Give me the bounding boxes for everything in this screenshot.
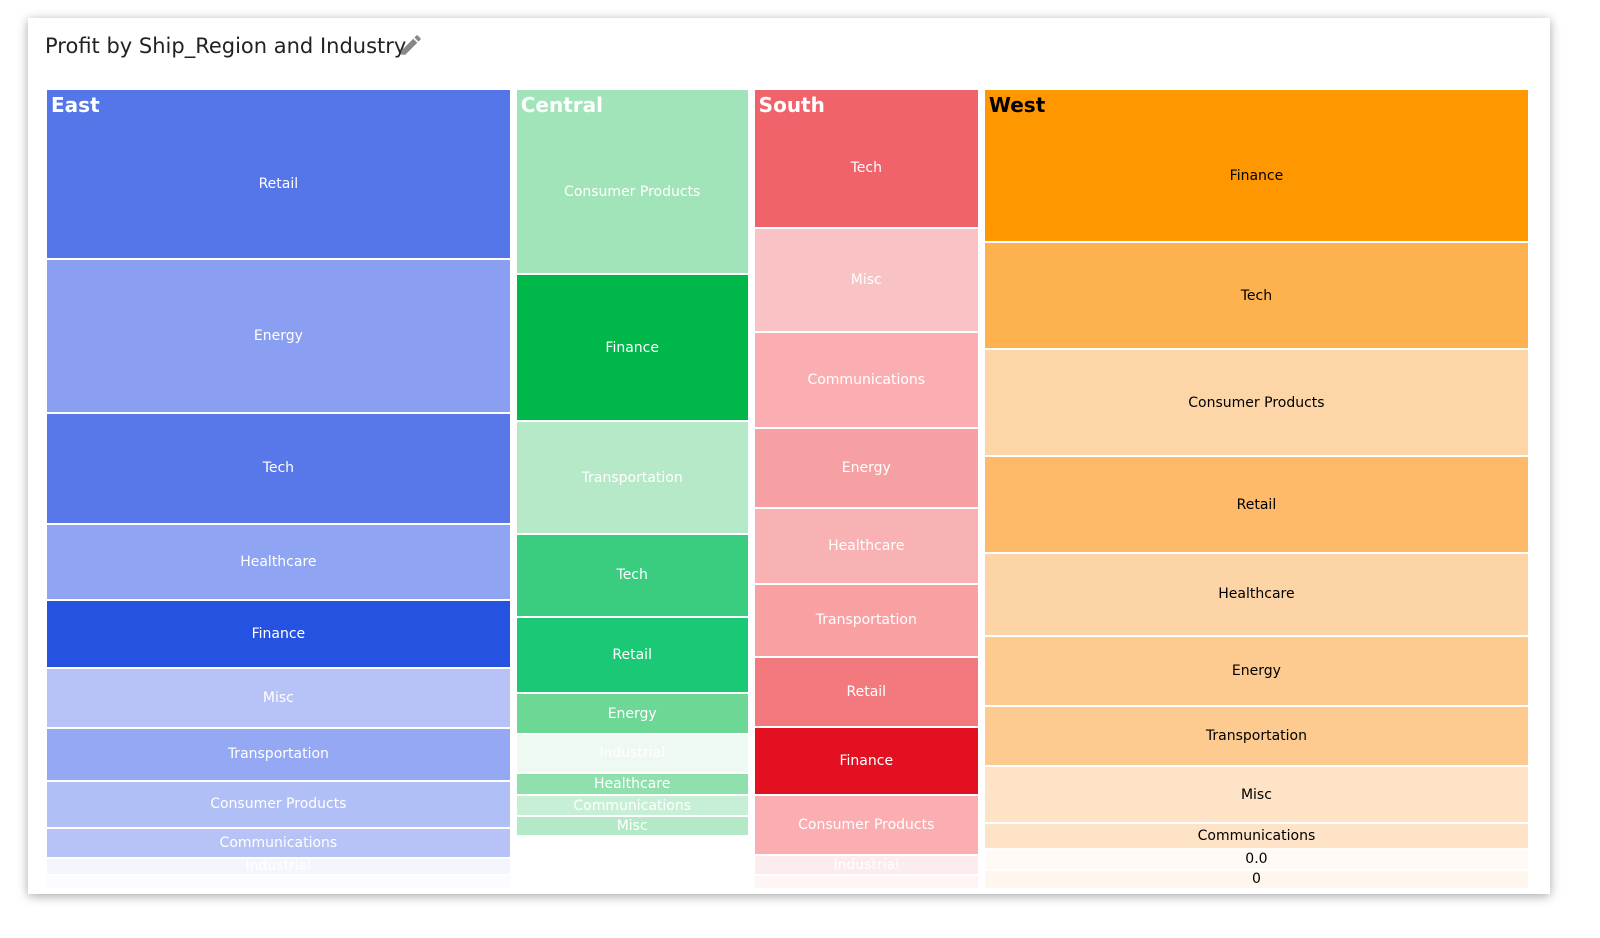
treemap-cell-central-misc[interactable]: Misc bbox=[516, 817, 748, 835]
treemap-cell-central-communications[interactable]: Communications bbox=[516, 796, 748, 816]
cell-label: Misc bbox=[1240, 786, 1272, 803]
cell-label: Industrial bbox=[833, 856, 900, 873]
cell-label: Healthcare bbox=[594, 776, 671, 793]
cell-label: Misc bbox=[262, 690, 294, 707]
treemap: Retail Energy Tech Healthcare Finance Misc Tra… bbox=[0, 0, 1600, 938]
treemap-cell-east-industrial[interactable]: Industrial bbox=[47, 858, 510, 874]
treemap-cell-central-healthcare[interactable]: Healthcare bbox=[516, 774, 748, 795]
cell-label: 0 bbox=[1251, 871, 1261, 888]
treemap-cell-central-retail[interactable]: Retail bbox=[516, 617, 748, 693]
treemap-cell-west-0[interactable]: 0 bbox=[984, 870, 1528, 888]
cell-label: Healthcare bbox=[1218, 586, 1295, 603]
treemap-cell-west-consumer-products[interactable]: Consumer Products bbox=[984, 350, 1528, 456]
region-header-south: South bbox=[758, 93, 825, 117]
treemap-cell-south-transportation[interactable]: Transportation bbox=[754, 584, 978, 656]
cell-label: Healthcare bbox=[828, 538, 905, 555]
cell-label: Consumer Products bbox=[564, 183, 701, 200]
cell-label: Communications bbox=[219, 834, 338, 851]
treemap-cell-east-unlabeled[interactable] bbox=[47, 875, 510, 888]
treemap-cell-central-consumer-products[interactable]: Consumer Products bbox=[516, 90, 748, 274]
cell-label: Energy bbox=[841, 459, 891, 476]
treemap-cell-east-tech[interactable]: Tech bbox=[47, 413, 510, 523]
treemap-cell-central-transportation[interactable]: Transportation bbox=[516, 422, 748, 534]
treemap-cell-central-industrial[interactable]: Industrial bbox=[516, 734, 748, 772]
treemap-cell-west-communications[interactable]: Communications bbox=[984, 824, 1528, 848]
cell-label: Healthcare bbox=[240, 553, 317, 570]
cell-label: Finance bbox=[605, 339, 659, 356]
cell-label: Misc bbox=[850, 271, 882, 288]
cell-label: 0.0 bbox=[1245, 851, 1268, 868]
region-header-central: Central bbox=[520, 93, 603, 117]
treemap-cell-south-misc[interactable]: Misc bbox=[754, 228, 978, 331]
cell-label: Transportation bbox=[815, 612, 917, 629]
treemap-cell-south-consumer-products[interactable]: Consumer Products bbox=[754, 795, 978, 854]
treemap-cell-west-misc[interactable]: Misc bbox=[984, 766, 1528, 823]
cell-label: Industrial bbox=[245, 858, 312, 874]
cell-label: Tech bbox=[262, 460, 295, 477]
treemap-cell-east-misc[interactable]: Misc bbox=[47, 669, 510, 728]
treemap-cell-east-communications[interactable]: Communications bbox=[47, 829, 510, 857]
treemap-cell-west-retail[interactable]: Retail bbox=[984, 457, 1528, 553]
cell-label: Finance bbox=[839, 753, 894, 770]
treemap-cell-south-finance[interactable]: Finance bbox=[754, 728, 978, 794]
cell-label: Communications bbox=[1197, 827, 1316, 844]
cell-label: Energy bbox=[607, 705, 657, 722]
treemap-cell-south-healthcare[interactable]: Healthcare bbox=[754, 509, 978, 583]
cell-label: Energy bbox=[1231, 662, 1281, 679]
treemap-cell-east-energy[interactable]: Energy bbox=[47, 259, 510, 412]
cell-label: Transportation bbox=[581, 469, 683, 486]
cell-label: Communications bbox=[807, 371, 926, 388]
treemap-cell-east-healthcare[interactable]: Healthcare bbox=[47, 524, 510, 599]
cell-label: Retail bbox=[846, 684, 887, 701]
treemap-cell-east-consumer-products[interactable]: Consumer Products bbox=[47, 781, 510, 828]
cell-label: Energy bbox=[253, 327, 303, 344]
treemap-cell-west-transportation[interactable]: Transportation bbox=[984, 707, 1528, 765]
cell-label: Consumer Products bbox=[1188, 394, 1325, 411]
treemap-cell-south-industrial[interactable]: Industrial bbox=[754, 855, 978, 874]
treemap-cell-south-communications[interactable]: Communications bbox=[754, 332, 978, 427]
treemap-cell-central-unlabeled[interactable] bbox=[516, 836, 748, 888]
cell-label: Tech bbox=[1240, 287, 1273, 304]
cell-label: Consumer Products bbox=[798, 816, 935, 833]
cell-label: Retail bbox=[612, 647, 652, 664]
treemap-cell-west-finance[interactable]: Finance bbox=[984, 90, 1528, 242]
region-header-east: East bbox=[51, 93, 100, 117]
treemap-cell-west-0-0[interactable]: 0.0 bbox=[984, 849, 1528, 869]
cell-label: Finance bbox=[1229, 167, 1284, 184]
cell-label: Tech bbox=[616, 567, 648, 584]
treemap-cell-central-finance[interactable]: Finance bbox=[516, 275, 748, 421]
treemap-cell-south-retail[interactable]: Retail bbox=[754, 657, 978, 727]
treemap-cell-east-finance[interactable]: Finance bbox=[47, 600, 510, 668]
cell-label: Communications bbox=[573, 797, 692, 814]
treemap-cell-central-tech[interactable]: Tech bbox=[516, 535, 748, 616]
cell-label: Misc bbox=[616, 817, 648, 834]
cell-label: Consumer Products bbox=[210, 796, 347, 813]
treemap-cell-central-energy[interactable]: Energy bbox=[516, 694, 748, 733]
region-header-west: West bbox=[988, 93, 1046, 117]
cell-label: Retail bbox=[258, 175, 299, 192]
treemap-cell-west-energy[interactable]: Energy bbox=[984, 636, 1528, 706]
cell-label: Industrial bbox=[599, 745, 666, 762]
treemap-cell-south-unlabeled[interactable] bbox=[754, 875, 978, 888]
treemap-cell-west-tech[interactable]: Tech bbox=[984, 243, 1528, 349]
cell-label: Transportation bbox=[1205, 728, 1307, 745]
cell-label: Transportation bbox=[227, 746, 329, 763]
treemap-cell-south-energy[interactable]: Energy bbox=[754, 428, 978, 508]
cell-label: Retail bbox=[1236, 496, 1277, 513]
cell-label: Finance bbox=[251, 626, 306, 642]
cell-label: Tech bbox=[850, 160, 882, 177]
treemap-cell-east-transportation[interactable]: Transportation bbox=[47, 729, 510, 780]
treemap-cell-east-retail[interactable]: Retail bbox=[47, 90, 510, 258]
treemap-cell-west-healthcare[interactable]: Healthcare bbox=[984, 554, 1528, 635]
